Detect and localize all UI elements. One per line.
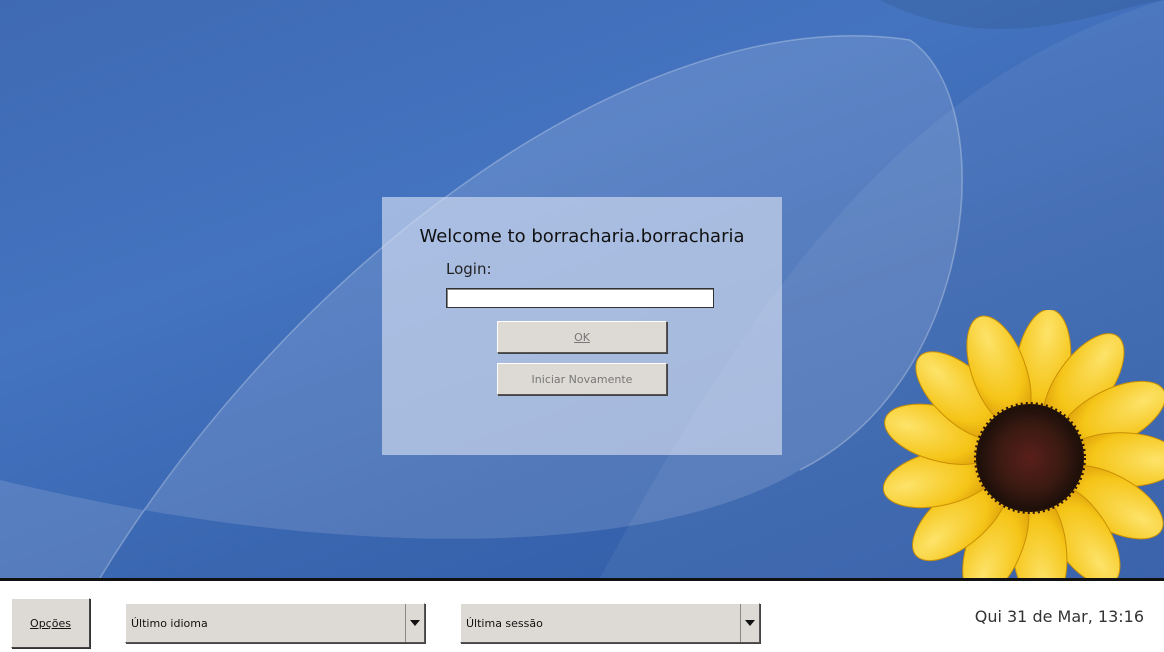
options-label: Opções (30, 616, 71, 630)
chevron-down-icon[interactable] (405, 604, 424, 642)
login-input[interactable] (446, 288, 714, 308)
login-dialog: Welcome to borracharia.borracharia Login… (382, 197, 782, 455)
chevron-down-icon[interactable] (740, 604, 759, 642)
language-value: Último idioma (131, 617, 208, 630)
login-label: Login: (446, 260, 492, 278)
language-select[interactable]: Último idioma (125, 603, 425, 643)
ok-button[interactable]: OK (497, 321, 667, 353)
restart-button[interactable]: Iniciar Novamente (497, 363, 667, 395)
sunflower-decoration (882, 310, 1164, 578)
session-select[interactable]: Última sessão (460, 603, 760, 643)
session-value: Última sessão (466, 617, 543, 630)
desktop-wallpaper: Welcome to borracharia.borracharia Login… (0, 0, 1164, 578)
options-button[interactable]: Opções (11, 598, 90, 648)
welcome-title: Welcome to borracharia.borracharia (419, 226, 745, 247)
clock: Qui 31 de Mar, 13:16 (974, 607, 1144, 626)
bottom-panel: Opções Último idioma Última sessão Qui 3… (0, 578, 1164, 652)
